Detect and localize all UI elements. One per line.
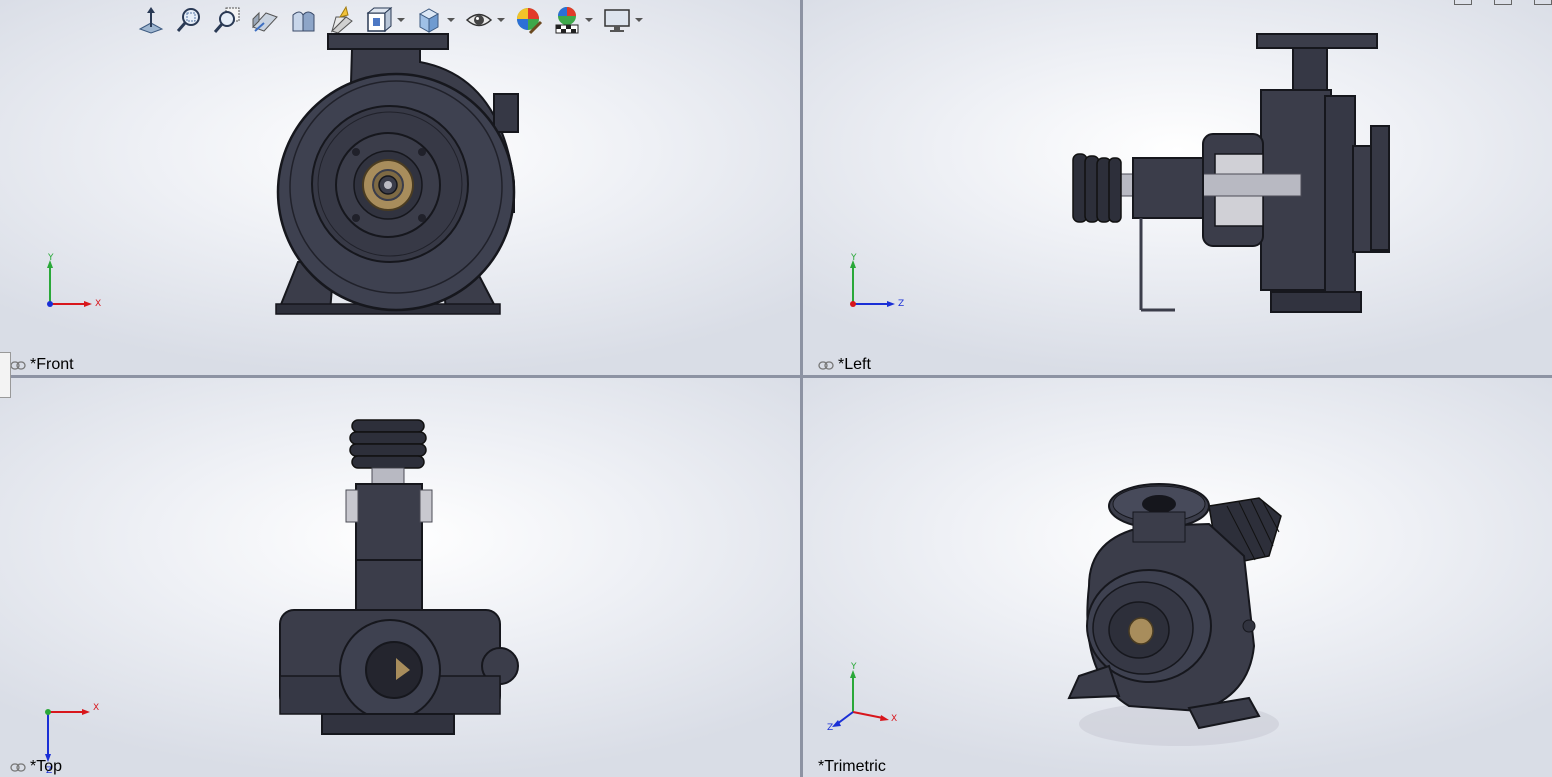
viewport-name-top: *Top — [30, 758, 63, 775]
viewport-name-left: *Left — [838, 356, 871, 373]
monitor-icon — [604, 9, 630, 32]
viewport-name-front: *Front — [30, 356, 74, 373]
link-views-icon — [10, 762, 26, 772]
triad-left-z-label: Z — [898, 299, 904, 309]
viewport-trimetric[interactable]: Y X Z *Trimetric — [803, 378, 1552, 777]
view-settings-dropdown[interactable] — [635, 16, 643, 24]
zoom-to-fit-button[interactable] — [135, 5, 167, 35]
triad-trimetric-y-label: Y — [850, 662, 857, 672]
section-view-icon — [252, 11, 278, 32]
display-style-icon — [366, 6, 393, 33]
link-views-icon — [10, 360, 26, 370]
triad-trimetric-z-label: Z — [827, 723, 833, 733]
viewport-front[interactable]: Y X *Front — [0, 0, 800, 375]
hide-show-dropdown[interactable] — [497, 16, 505, 24]
eye-icon — [465, 13, 493, 27]
link-views-icon — [818, 360, 834, 370]
maximize-control[interactable] — [1534, 0, 1552, 5]
section-view-button[interactable] — [249, 5, 281, 35]
chevron-down-icon — [585, 18, 593, 22]
hide-show-button[interactable] — [463, 5, 495, 35]
zoom-to-fit-icon — [138, 7, 164, 34]
previous-view-button[interactable] — [211, 5, 243, 35]
viewport-splitter-vertical[interactable] — [800, 0, 803, 777]
minimize-control[interactable] — [1454, 0, 1472, 5]
pump-model-trimetric-view — [1067, 483, 1282, 746]
edit-appearance-icon — [517, 8, 543, 35]
coordinate-triad-left: Y Z — [850, 253, 904, 309]
view-orientation-dropdown[interactable] — [447, 16, 455, 24]
dynamic-annotation-icon — [292, 11, 315, 32]
edit-appearance-button[interactable] — [513, 5, 545, 35]
viewport-left[interactable]: Y Z *Left — [803, 0, 1552, 375]
pump-model-left-view — [1072, 33, 1390, 313]
view-orientation-cube-icon — [418, 8, 440, 33]
triad-front-x-label: X — [95, 299, 101, 309]
viewport-label-top[interactable]: *Top — [10, 758, 62, 776]
feature-manager-collapse-tab[interactable] — [0, 352, 11, 398]
chevron-down-icon — [447, 18, 455, 22]
previous-view-icon — [213, 7, 240, 33]
viewport-splitter-horizontal[interactable] — [0, 375, 1552, 378]
view-orientation-icon — [330, 5, 353, 34]
triad-front-y-label: Y — [47, 253, 54, 263]
view-orientation-button[interactable] — [325, 5, 357, 35]
hide-show-items-button[interactable] — [413, 5, 445, 35]
triad-left-y-label: Y — [850, 253, 857, 263]
apply-scene-button[interactable] — [551, 5, 583, 35]
chevron-down-icon — [497, 18, 505, 22]
viewport-name-trimetric: *Trimetric — [818, 758, 886, 775]
coordinate-triad-trimetric: Y X Z — [827, 662, 897, 733]
chevron-down-icon — [397, 18, 405, 22]
apply-scene-dropdown[interactable] — [585, 16, 593, 24]
triad-top-x-label: X — [93, 703, 99, 713]
chevron-down-icon — [635, 18, 643, 22]
pump-model-top-view — [279, 419, 519, 735]
display-style-button[interactable] — [363, 5, 395, 35]
apply-scene-icon — [555, 7, 579, 34]
coordinate-triad-front: Y X — [47, 253, 101, 309]
viewport-label-trimetric[interactable]: *Trimetric — [818, 758, 886, 776]
restore-control[interactable] — [1494, 0, 1512, 5]
pump-model-front-view — [275, 33, 519, 315]
view-settings-button[interactable] — [601, 5, 633, 35]
viewport-top[interactable]: X Z *Top — [0, 378, 800, 777]
viewport-window-controls — [1454, 0, 1552, 5]
zoom-to-area-icon — [176, 8, 200, 32]
triad-trimetric-x-label: X — [891, 714, 897, 724]
dynamic-annotation-button[interactable] — [287, 5, 319, 35]
viewport-label-front[interactable]: *Front — [10, 356, 74, 374]
display-style-dropdown[interactable] — [397, 16, 405, 24]
zoom-to-area-button[interactable] — [173, 5, 205, 35]
viewport-label-left[interactable]: *Left — [818, 356, 871, 374]
